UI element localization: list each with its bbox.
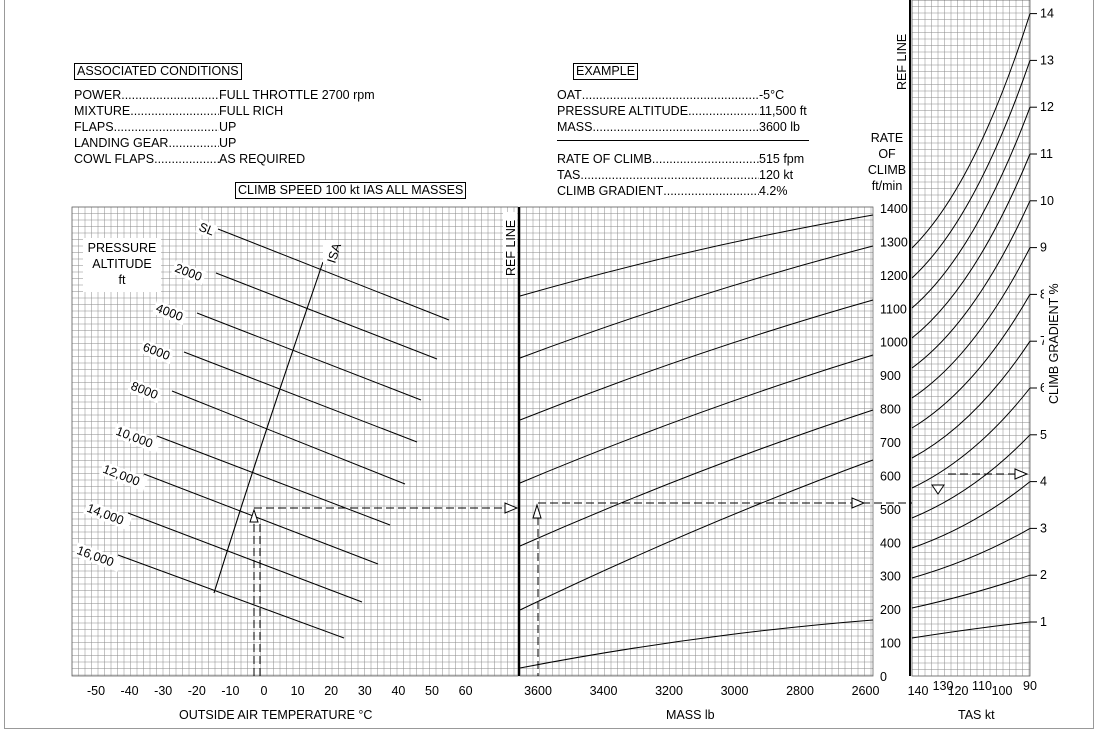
gradient-tick-label: 9	[1040, 241, 1047, 255]
gradient-curve	[911, 107, 1031, 309]
roc-tick-label: 1400	[880, 202, 908, 216]
roc-label-line: ft/min	[871, 179, 903, 193]
altitude-label: 12,000	[101, 462, 142, 489]
roc-tick-label: 500	[880, 503, 901, 517]
roc-tick-label: 100	[880, 637, 901, 651]
tas-grid	[911, 0, 1031, 677]
example-arrow-right	[504, 502, 519, 514]
altitude-label: 16,000	[75, 543, 116, 569]
oat-tick-label: 40	[391, 684, 405, 698]
tas-axis-label: TAS kt	[958, 708, 995, 722]
altitude-line	[183, 351, 418, 443]
gradient-tick-label: 11	[1040, 147, 1053, 161]
gradient-curve	[911, 200, 1031, 369]
gradient-curve	[911, 153, 1031, 339]
roc-label-line: CLIMB	[867, 163, 907, 177]
altitude-line	[171, 390, 406, 485]
mass-tick-label: 2600	[852, 684, 880, 698]
mass-tick-label: 3200	[655, 684, 683, 698]
oat-tick-label: -30	[154, 684, 172, 698]
altitude-label: 2000	[173, 261, 204, 284]
ref-line-label: REF LINE	[504, 220, 518, 276]
gradient-curve	[911, 340, 1031, 459]
mass-tick-label: 3000	[721, 684, 749, 698]
oat-axis-label: OUTSIDE AIR TEMPERATURE °C	[179, 708, 373, 722]
mass-tick-label: 3600	[524, 684, 552, 698]
oat-tick-label: 10	[291, 684, 305, 698]
gradient-curve	[911, 621, 1031, 639]
gradient-tick-label: 13	[1040, 53, 1054, 67]
roc-tick-label: 1000	[880, 336, 908, 350]
mass-grid	[519, 206, 874, 677]
roc-label-line: OF	[878, 147, 896, 161]
mass-tick-label: 3400	[590, 684, 618, 698]
mass-axis-label: MASS lb	[666, 708, 715, 722]
roc-tick-label: 400	[880, 536, 901, 550]
roc-tick-label: 600	[880, 469, 901, 483]
pressure-altitude-label-box: PRESSURE ALTITUDE ft	[83, 238, 161, 292]
gradient-tick-label: 2	[1040, 568, 1047, 582]
tas-tick-label: 110	[972, 679, 992, 693]
mass-curve	[519, 214, 874, 297]
grid-border	[519, 206, 874, 677]
example-arrow-down	[931, 484, 945, 495]
oat-tick-label: -40	[121, 684, 139, 698]
gradient-curve	[911, 294, 1031, 429]
roc-tick-label: 200	[880, 603, 901, 617]
example-arrow-up	[249, 508, 259, 523]
oat-tick-label: 50	[425, 684, 439, 698]
tas-tick-label: 120	[948, 684, 969, 698]
climb-chart: -50 -40 -30 -20 -10 0 10 20 30 40 50 60SL2000400060…	[71, 0, 1061, 698]
oat-tick-label: -50	[87, 684, 105, 698]
tas-tick-label: 140	[908, 684, 929, 698]
mass-curve	[519, 354, 874, 484]
roc-tick-label: 0	[880, 670, 887, 684]
roc-tick-label: 1300	[880, 235, 908, 249]
roc-label-line: RATE	[870, 131, 904, 145]
oat-tick-label: -20	[188, 684, 206, 698]
oat-tick-label: 30	[358, 684, 372, 698]
mass-curve	[519, 245, 874, 359]
pressure-altitude-label-line: PRESSURE	[87, 241, 157, 255]
climb-gradient-axis-label: CLIMB GRADIENT %	[1047, 283, 1061, 404]
altitude-label: 14,000	[85, 501, 126, 528]
pressure-altitude-label-line: ft	[118, 273, 126, 287]
roc-tick-label: 1200	[880, 269, 908, 283]
gradient-tick-label: 3	[1040, 521, 1047, 535]
example-arrow-right-3	[1014, 468, 1029, 480]
example-arrow-up-2	[532, 503, 542, 519]
tas-tick-label: 100	[992, 684, 1013, 698]
gradient-curve	[911, 527, 1031, 579]
gradient-tick-label: 14	[1040, 7, 1054, 21]
ref-line-2-label: REF LINE	[895, 34, 909, 90]
gradient-tick-label: 12	[1040, 100, 1054, 114]
gradient-tick-label: 4	[1040, 475, 1047, 489]
roc-tick-label: 300	[880, 570, 901, 584]
oat-tick-label: 0	[261, 684, 268, 698]
altitude-line	[215, 272, 438, 360]
tas-tick-label: 90	[1023, 679, 1037, 693]
gradient-tick-label: 5	[1040, 428, 1047, 442]
mass-curve	[519, 619, 874, 669]
altitude-line	[117, 554, 345, 639]
gradient-tick-label: 1	[1040, 615, 1047, 629]
mass-curve	[519, 459, 874, 611]
rate-of-climb-label: RATE OF CLIMB ft/min	[863, 130, 911, 194]
roc-tick-label: 900	[880, 369, 901, 383]
gradient-tick-label: 10	[1040, 194, 1054, 208]
gradient-curve	[911, 13, 1031, 249]
mass-tick-label: 2800	[786, 684, 814, 698]
roc-tick-label: 1100	[880, 302, 907, 316]
roc-tick-label: 800	[880, 403, 901, 417]
pressure-altitude-label-line: ALTITUDE	[92, 257, 152, 271]
oat-tick-label: -10	[221, 684, 239, 698]
oat-tick-label: 60	[459, 684, 473, 698]
roc-tick-label: 700	[880, 436, 901, 450]
oat-tick-label: 20	[324, 684, 338, 698]
isa-curve	[213, 261, 324, 594]
